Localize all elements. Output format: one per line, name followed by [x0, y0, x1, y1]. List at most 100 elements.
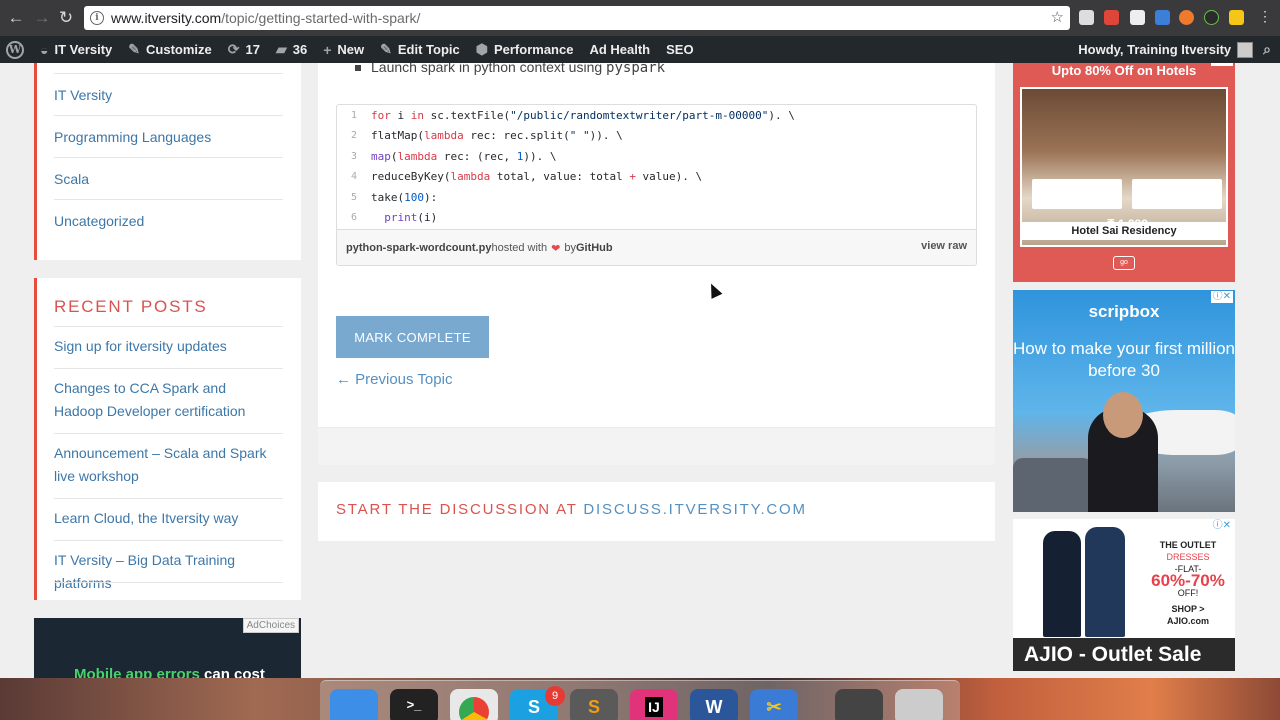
intellij-icon[interactable]: IJ [630, 689, 678, 720]
terminal-icon[interactable]: >_ [390, 689, 438, 720]
browser-toolbar: ← → ↻ i www.itversity.com/topic/getting-… [0, 0, 1280, 36]
screenshot-tool-icon[interactable]: ✂ [750, 689, 798, 720]
line-number: 4 [350, 170, 358, 182]
recent-post-link[interactable]: Announcement – Scala and Spark live work… [54, 442, 274, 488]
extension-icon[interactable] [1204, 10, 1219, 25]
wordpress-logo-icon[interactable]: W [0, 36, 32, 63]
admin-edit-topic[interactable]: ✎ Edit Topic [372, 36, 468, 63]
divider [54, 540, 283, 541]
server-icon[interactable] [835, 689, 883, 720]
howdy-user[interactable]: Howdy, Training Itversity [1078, 42, 1231, 57]
category-link[interactable]: Uncategorized [37, 213, 144, 229]
bed-shape [1132, 179, 1222, 209]
car-shape [1013, 458, 1093, 512]
gist-filename-link[interactable]: python-spark-wordcount.py [346, 242, 491, 254]
line-number: 6 [350, 211, 358, 223]
outlet-offer: THE OUTLET DRESSES -FLAT- 60%-70% OFF! S… [1148, 539, 1228, 627]
mark-complete-button[interactable]: MARK COMPLETE [336, 316, 489, 358]
code-text: flatMap(lambda rec: rec.split(" ")). \ [371, 128, 623, 142]
category-link[interactable]: Programming Languages [37, 129, 211, 145]
hotel-ad-title: Upto 80% Off on Hotels [1051, 63, 1197, 78]
discussion-card: START THE DISCUSSION AT DISCUSS.ITVERSIT… [318, 482, 995, 541]
outlet-ajio: AJIO.com [1166, 616, 1209, 626]
bookmark-star-icon[interactable]: ☆ [1051, 8, 1064, 26]
recent-post-link[interactable]: Learn Cloud, the Itversity way [54, 507, 274, 530]
line-number: 1 [350, 109, 358, 121]
scripbox-logo: scripbox [1088, 302, 1160, 321]
search-icon[interactable]: ⌕ [1263, 41, 1271, 58]
code-line: 3 map(lambda rec: (rec, 1)). \ [337, 146, 976, 166]
gist-by-text: by [564, 242, 576, 254]
bullet-code: pyspark [606, 63, 666, 76]
admin-site-name[interactable]: ◒ IT Versity [32, 36, 120, 63]
bullet-icon [355, 65, 361, 72]
admin-new[interactable]: + New [315, 36, 372, 63]
outlet-dresses: DRESSES [1166, 552, 1210, 562]
trash-icon[interactable] [895, 689, 943, 720]
divider [54, 157, 283, 158]
instruction-bullet: Launch spark in python context using pys… [355, 63, 665, 76]
discussion-link[interactable]: DISCUSS.ITVERSITY.COM [583, 501, 806, 518]
code-line: 5 take(100): [337, 187, 976, 207]
github-link[interactable]: GitHub [576, 242, 613, 254]
forward-icon[interactable]: → [30, 6, 54, 30]
code-line: 6 print(i) [337, 207, 976, 227]
url-path: /topic/getting-started-with-spark/ [221, 10, 421, 26]
ajio-ad[interactable]: ⓘ✕ THE OUTLET DRESSES -FLAT- 60%-70% OFF… [1013, 519, 1235, 671]
recent-posts-widget: RECENT POSTS Sign up for itversity updat… [34, 278, 301, 600]
extension-icon[interactable] [1104, 10, 1119, 25]
reload-icon[interactable]: ↻ [54, 6, 78, 30]
admin-performance[interactable]: ⬢ Performance [468, 36, 582, 63]
performance-label: Performance [493, 42, 574, 57]
view-raw-link[interactable]: view raw [921, 240, 967, 252]
updates-count: 17 [245, 42, 260, 57]
code-line: 4 reduceByKey(lambda total, value: total… [337, 166, 976, 186]
previous-topic-link[interactable]: ← Previous Topic [336, 371, 452, 388]
left-ad-banner[interactable]: AdChoices Mobile app errors can cost [34, 618, 301, 678]
code-text: map(lambda rec: (rec, 1)). \ [371, 149, 557, 163]
extension-icon[interactable] [1079, 10, 1094, 25]
divider [54, 582, 283, 583]
admin-ad-health[interactable]: Ad Health [581, 36, 658, 63]
ad-text: Mobile app errors can cost [74, 666, 265, 678]
chrome-icon[interactable] [450, 689, 498, 720]
finder-icon[interactable] [330, 689, 378, 720]
updates-icon: ⟳ [227, 41, 240, 57]
scripbox-ad[interactable]: ⓘ✕ scripbox How to make your first milli… [1013, 290, 1235, 512]
hotel-ad[interactable]: ⓘ✕ Upto 80% Off on Hotels ₹ 1,999 Hotel … [1013, 63, 1235, 282]
recent-post-link[interactable]: Changes to CCA Spark and Hadoop Develope… [54, 377, 274, 423]
site-info-icon[interactable]: i [90, 11, 104, 25]
category-link[interactable]: Scala [37, 171, 89, 187]
topic-content: Launch spark in python context using pys… [318, 63, 995, 465]
skype-notification-badge: 9 [545, 686, 565, 706]
sublime-text-icon[interactable]: S [570, 689, 618, 720]
extension-icon[interactable] [1130, 10, 1145, 25]
adchoices-badge[interactable]: AdChoices [242, 618, 299, 633]
scripbox-headline: How to make your first million before 30 [1013, 339, 1235, 380]
recent-post-link[interactable]: Sign up for itversity updates [54, 335, 274, 358]
customize-label: Customize [146, 42, 212, 57]
extension-icon[interactable] [1179, 10, 1194, 25]
extension-icon[interactable] [1155, 10, 1170, 25]
code-line: 2 flatMap(lambda rec: rec.split(" ")). \ [337, 125, 976, 145]
hotel-name: Hotel Sai Residency [1020, 222, 1228, 240]
admin-comments[interactable]: ▰ 36 [268, 36, 315, 63]
chrome-menu-icon[interactable]: ⋮ [1258, 8, 1272, 25]
recent-post-link[interactable]: IT Versity – Big Data Training platforms [54, 549, 274, 595]
admin-customize[interactable]: ✎ Customize [120, 36, 219, 63]
seo-label: SEO [666, 42, 694, 57]
divider [54, 73, 283, 74]
ad-close-icon[interactable]: ⓘ✕ [1210, 520, 1233, 532]
admin-seo[interactable]: SEO [658, 36, 701, 63]
goibibo-logo-icon: go [1113, 256, 1135, 270]
category-link[interactable]: IT Versity [37, 87, 112, 103]
word-icon[interactable]: W [690, 689, 738, 720]
edit-topic-label: Edit Topic [397, 42, 460, 57]
recent-posts-title: RECENT POSTS [54, 297, 208, 316]
back-icon[interactable]: ← [4, 6, 28, 30]
lock-extension-icon[interactable] [1229, 10, 1244, 25]
avatar[interactable] [1237, 41, 1254, 58]
divider [54, 433, 283, 434]
address-bar[interactable]: i www.itversity.com/topic/getting-starte… [84, 6, 1070, 30]
admin-updates[interactable]: ⟳ 17 [220, 36, 268, 63]
